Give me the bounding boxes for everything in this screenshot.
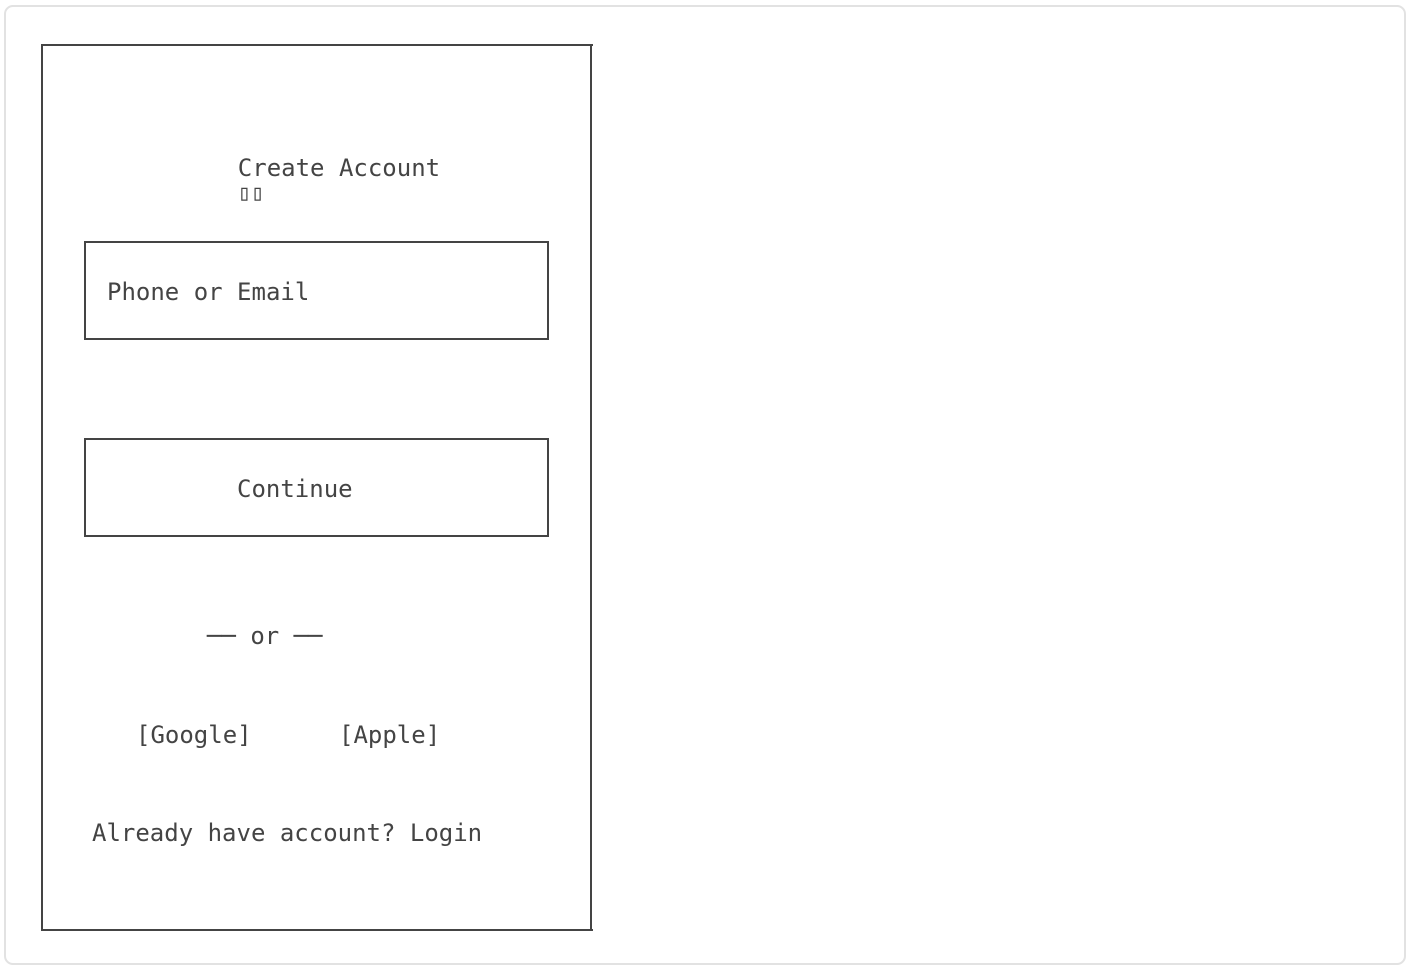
page-title: Create Account ▯▯: [180, 132, 440, 229]
button-border-right: [547, 438, 549, 537]
card-border-left: [41, 44, 43, 931]
google-button[interactable]: [Google]: [136, 723, 252, 747]
card-border-right: [590, 44, 592, 931]
card-border-bottom: [42, 929, 593, 931]
signup-wireframe: Create Account ▯▯ Phone or Email Continu…: [0, 0, 1414, 956]
input-border-bottom: [84, 338, 549, 340]
continue-button[interactable]: Continue: [84, 438, 549, 538]
identifier-placeholder: Phone or Email: [107, 278, 310, 306]
input-border-top: [84, 241, 549, 243]
login-link[interactable]: Already have account? Login: [92, 821, 482, 845]
button-border-left: [84, 438, 86, 537]
title-emoji-icon: ▯▯: [237, 181, 265, 206]
button-border-top: [84, 438, 549, 440]
input-border-right: [547, 241, 549, 340]
or-divider: ── or ──: [207, 622, 323, 650]
apple-button[interactable]: [Apple]: [339, 723, 440, 747]
page-title-text: Create Account: [237, 154, 441, 182]
input-border-left: [84, 241, 86, 340]
identifier-input[interactable]: Phone or Email: [84, 241, 549, 341]
card-border-top: [42, 44, 593, 46]
button-border-bottom: [84, 535, 549, 537]
continue-button-label: Continue: [237, 475, 353, 503]
